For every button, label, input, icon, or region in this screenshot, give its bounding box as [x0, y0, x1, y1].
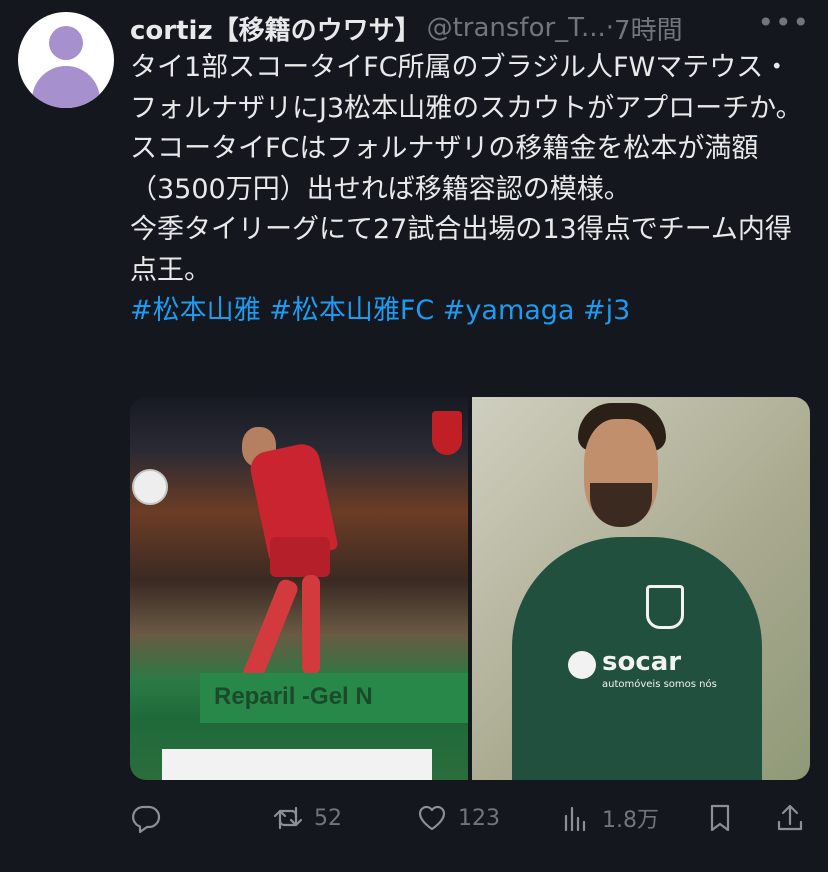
ad-banner: Reparil -Gel N — [200, 673, 468, 723]
avatar-head — [49, 26, 83, 60]
more-icon[interactable]: ••• — [757, 6, 810, 39]
sponsor-logo-text: socar — [602, 647, 682, 677]
retweet-button[interactable]: 52 — [272, 796, 342, 840]
sponsor-strip — [162, 749, 432, 780]
retweet-icon — [273, 806, 303, 830]
photo-player-heading[interactable]: Reparil -Gel N — [130, 397, 468, 780]
separator-dot: · — [605, 13, 615, 43]
author-name[interactable]: cortiz【移籍のウワサ】 — [130, 10, 421, 47]
tweet-paragraph: タイ1部スコータイFC所属のブラジル人FWマテウス・フォルナザリにJ3松本山雅の… — [130, 52, 803, 124]
share-icon — [777, 804, 803, 831]
reply-icon — [132, 805, 161, 834]
view-count: 1.8万 — [602, 808, 659, 833]
hashtag-links[interactable]: #松本山雅 #松本山雅FC #yamaga #j3 — [130, 291, 810, 332]
tweet-time[interactable]: 7時間 — [614, 10, 683, 47]
player-leg — [302, 575, 320, 675]
sponsor-logo-icon — [568, 651, 596, 679]
author-handle[interactable]: @transfor_T... — [427, 13, 606, 43]
avatar[interactable] — [18, 12, 114, 108]
player-leg — [240, 577, 300, 687]
reply-button[interactable] — [130, 796, 172, 840]
sponsor-logo-subtext: automóveis somos nós — [602, 679, 717, 690]
avatar-body — [32, 66, 100, 108]
bookmark-button[interactable] — [704, 796, 736, 840]
bookmark-icon — [710, 804, 730, 832]
ad-banner-text: Reparil -Gel N — [214, 683, 373, 710]
heart-icon — [418, 805, 446, 831]
tweet-text: タイ1部スコータイFC所属のブラジル人FWマテウス・フォルナザリにJ3松本山雅の… — [130, 48, 810, 332]
tweet-paragraph: スコータイFCはフォルナザリの移籍金を松本が満額（3500万円）出せれば移籍容認… — [130, 133, 759, 205]
retweet-count: 52 — [314, 805, 342, 831]
tweet-media[interactable]: Reparil -Gel N socar automóveis somos nó… — [130, 397, 810, 780]
club-badge-icon — [432, 411, 462, 455]
photo-player-portrait[interactable]: socar automóveis somos nós — [472, 397, 810, 780]
like-button[interactable]: 123 — [416, 796, 500, 840]
tweet-header: cortiz【移籍のウワサ】 @transfor_T... · 7時間 — [130, 10, 820, 46]
player-beard — [590, 483, 652, 527]
like-count: 123 — [458, 805, 500, 831]
football-icon — [132, 469, 168, 505]
tweet-paragraph: 今季タイリーグにて27試合出場の13得点でチーム内得点王。 — [130, 214, 792, 286]
views-chart-icon — [564, 806, 586, 832]
share-button[interactable] — [774, 796, 806, 840]
player-shorts — [270, 537, 330, 577]
tweet-actions: 52 123 1.8万 — [130, 796, 810, 840]
views-button[interactable]: 1.8万 — [560, 796, 659, 840]
club-crest-icon — [646, 585, 684, 629]
